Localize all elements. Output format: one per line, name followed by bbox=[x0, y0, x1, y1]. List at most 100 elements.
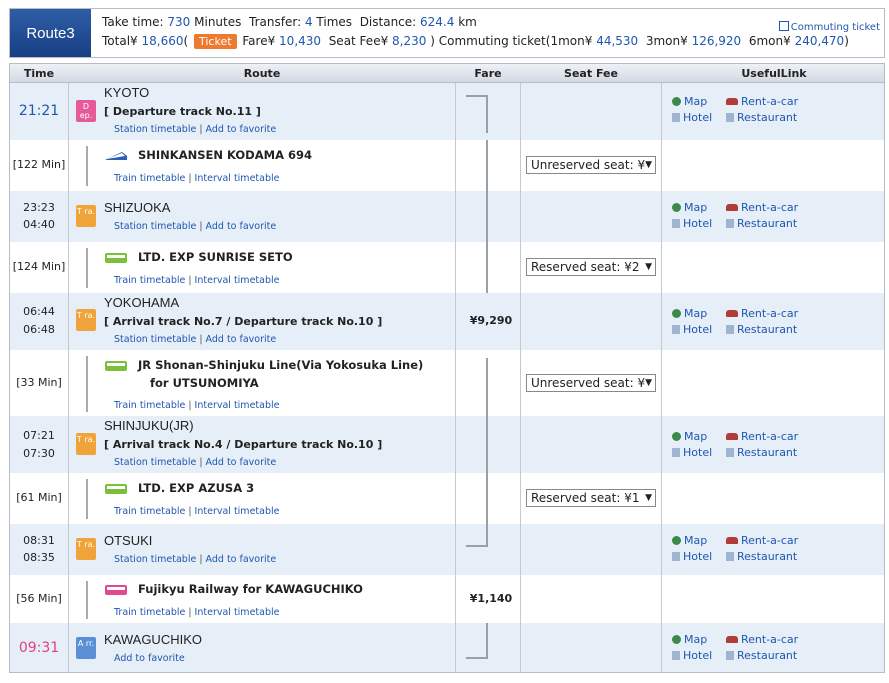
restaurant-icon bbox=[726, 651, 734, 660]
seat-select-value: Reserved seat: ¥2 bbox=[531, 260, 640, 274]
train-links: Train timetable | Interval timetable bbox=[114, 275, 280, 286]
interval-timetable-link[interactable]: Interval timetable bbox=[195, 400, 280, 411]
route-summary: Route3 Take time: 730 Minutes Transfer: … bbox=[9, 8, 885, 58]
track-info: [ Departure track No.11 ] bbox=[104, 105, 261, 118]
hotel-link[interactable]: Hotel bbox=[672, 111, 712, 124]
restaurant-link[interactable]: Restaurant bbox=[726, 217, 797, 230]
map-link[interactable]: Map bbox=[672, 633, 707, 646]
fare-bracket bbox=[466, 473, 488, 524]
arrival-badge-icon: A rr. bbox=[76, 637, 96, 659]
globe-icon bbox=[672, 635, 681, 644]
station-name[interactable]: SHIZUOKA bbox=[104, 200, 170, 215]
globe-icon bbox=[672, 309, 681, 318]
globe-icon bbox=[672, 97, 681, 106]
commute-1mon-value: 44,530 bbox=[596, 34, 639, 48]
commute-3mon-value: 126,920 bbox=[691, 34, 742, 48]
map-link[interactable]: Map bbox=[672, 534, 707, 547]
header-fare: Fare bbox=[474, 67, 502, 80]
leg-duration: [33 Min] bbox=[16, 376, 62, 389]
hotel-link[interactable]: Hotel bbox=[672, 217, 712, 230]
train-name[interactable]: JR Shonan-Shinjuku Line(Via Yokosuka Lin… bbox=[138, 358, 423, 372]
train-timetable-link[interactable]: Train timetable bbox=[114, 506, 185, 517]
station-name[interactable]: YOKOHAMA bbox=[104, 295, 179, 310]
local-train-icon bbox=[105, 361, 127, 371]
chevron-down-icon: ▼ bbox=[645, 493, 652, 503]
hotel-link[interactable]: Hotel bbox=[672, 323, 712, 336]
departure-time: 21:21 bbox=[18, 103, 60, 119]
station-timetable-link[interactable]: Station timetable bbox=[114, 457, 196, 468]
station-row-shizuoka: 23:23 04:40 T ra. SHIZUOKA Station timet… bbox=[9, 191, 885, 242]
route-line bbox=[86, 581, 88, 619]
hotel-icon bbox=[672, 552, 680, 561]
map-link[interactable]: Map bbox=[672, 201, 707, 214]
add-favorite-link[interactable]: Add to favorite bbox=[206, 124, 277, 135]
rent-a-car-link[interactable]: Rent-a-car bbox=[726, 430, 798, 443]
restaurant-link[interactable]: Restaurant bbox=[726, 550, 797, 563]
chevron-down-icon: ▼ bbox=[645, 160, 652, 170]
add-favorite-link[interactable]: Add to favorite bbox=[206, 221, 277, 232]
interval-timetable-link[interactable]: Interval timetable bbox=[195, 173, 280, 184]
station-name[interactable]: OTSUKI bbox=[104, 533, 152, 548]
seat-select[interactable]: Reserved seat: ¥1 ▼ bbox=[526, 489, 656, 507]
station-name[interactable]: SHINJUKU(JR) bbox=[104, 418, 194, 433]
map-link[interactable]: Map bbox=[672, 430, 707, 443]
interval-timetable-link[interactable]: Interval timetable bbox=[195, 506, 280, 517]
departure-time: 07:30 bbox=[23, 447, 55, 460]
rent-a-car-link[interactable]: Rent-a-car bbox=[726, 633, 798, 646]
hotel-link[interactable]: Hotel bbox=[672, 446, 712, 459]
add-favorite-link[interactable]: Add to favorite bbox=[206, 334, 277, 345]
seat-select[interactable]: Unreserved seat: ¥ ▼ bbox=[526, 156, 656, 174]
commuting-label: ) Commuting ticket(1mon¥ bbox=[430, 34, 593, 48]
train-timetable-link[interactable]: Train timetable bbox=[114, 173, 185, 184]
rent-a-car-link[interactable]: Rent-a-car bbox=[726, 95, 798, 108]
rent-a-car-link[interactable]: Rent-a-car bbox=[726, 534, 798, 547]
commuting-ticket-link[interactable]: Commuting ticket bbox=[778, 21, 880, 33]
hotel-icon bbox=[672, 219, 680, 228]
track-info: [ Arrival track No.7 / Departure track N… bbox=[104, 315, 383, 328]
train-timetable-link[interactable]: Train timetable bbox=[114, 275, 185, 286]
interval-timetable-link[interactable]: Interval timetable bbox=[195, 275, 280, 286]
hotel-link[interactable]: Hotel bbox=[672, 550, 712, 563]
arrival-time: 07:21 bbox=[23, 429, 55, 442]
map-link[interactable]: Map bbox=[672, 307, 707, 320]
seat-fee-label: Seat Fee¥ bbox=[328, 34, 389, 48]
add-favorite-link[interactable]: Add to favorite bbox=[206, 457, 277, 468]
add-favorite-link[interactable]: Add to favorite bbox=[114, 653, 185, 664]
hotel-link[interactable]: Hotel bbox=[672, 649, 712, 662]
station-timetable-link[interactable]: Station timetable bbox=[114, 554, 196, 565]
rent-a-car-link[interactable]: Rent-a-car bbox=[726, 307, 798, 320]
station-links: Station timetable | Add to favorite bbox=[114, 554, 277, 565]
train-name[interactable]: LTD. EXP SUNRISE SETO bbox=[138, 250, 293, 264]
station-row-kyoto: 21:21 D ep. KYOTO [ Departure track No.1… bbox=[9, 83, 885, 140]
add-favorite-link[interactable]: Add to favorite bbox=[206, 554, 277, 565]
express-train-icon bbox=[105, 484, 127, 494]
train-destination: for UTSUNOMIYA bbox=[150, 376, 259, 390]
interval-timetable-link[interactable]: Interval timetable bbox=[195, 607, 280, 618]
map-link[interactable]: Map bbox=[672, 95, 707, 108]
train-name[interactable]: SHINKANSEN KODAMA 694 bbox=[138, 148, 312, 162]
train-name[interactable]: Fujikyu Railway for KAWAGUCHIKO bbox=[138, 582, 363, 596]
seat-select[interactable]: Unreserved seat: ¥ ▼ bbox=[526, 374, 656, 392]
restaurant-link[interactable]: Restaurant bbox=[726, 446, 797, 459]
restaurant-link[interactable]: Restaurant bbox=[726, 649, 797, 662]
leg-row: [124 Min] LTD. EXP SUNRISE SETO Train ti… bbox=[9, 242, 885, 293]
rent-a-car-link[interactable]: Rent-a-car bbox=[726, 201, 798, 214]
route-line bbox=[86, 356, 88, 412]
restaurant-link[interactable]: Restaurant bbox=[726, 111, 797, 124]
station-timetable-link[interactable]: Station timetable bbox=[114, 221, 196, 232]
train-links: Train timetable | Interval timetable bbox=[114, 607, 280, 618]
fare-bracket bbox=[466, 358, 488, 416]
station-timetable-link[interactable]: Station timetable bbox=[114, 124, 196, 135]
ticket-badge[interactable]: Ticket bbox=[194, 34, 237, 49]
train-timetable-link[interactable]: Train timetable bbox=[114, 400, 185, 411]
station-timetable-link[interactable]: Station timetable bbox=[114, 334, 196, 345]
station-name[interactable]: KAWAGUCHIKO bbox=[104, 632, 202, 647]
train-name[interactable]: LTD. EXP AZUSA 3 bbox=[138, 481, 254, 495]
table-header: Time Route Fare Seat Fee UsefulLink bbox=[9, 63, 885, 83]
restaurant-link[interactable]: Restaurant bbox=[726, 323, 797, 336]
route-tab[interactable]: Route3 bbox=[10, 9, 91, 57]
station-name[interactable]: KYOTO bbox=[104, 85, 149, 100]
route-line bbox=[86, 248, 88, 288]
train-timetable-link[interactable]: Train timetable bbox=[114, 607, 185, 618]
seat-select[interactable]: Reserved seat: ¥2 ▼ bbox=[526, 258, 656, 276]
